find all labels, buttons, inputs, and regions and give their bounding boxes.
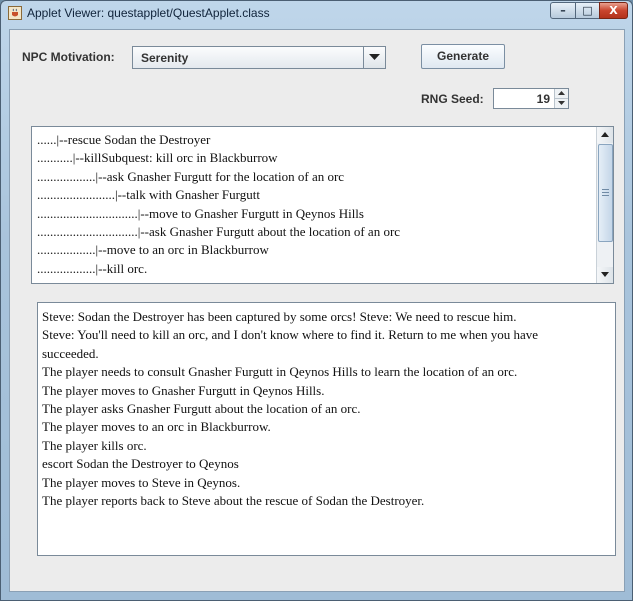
scroll-thumb[interactable] <box>598 144 613 242</box>
narrative-line: Steve: Sodan the Destroyer has been capt… <box>42 309 517 324</box>
npc-motivation-value: Serenity <box>141 51 189 65</box>
title-bar[interactable]: Applet Viewer: questapplet/QuestApplet.c… <box>1 1 632 25</box>
quest-tree-line: ..................|--move to an orc in B… <box>37 242 269 258</box>
quest-tree-line: ..................|--ask Gnasher Furgutt… <box>37 168 345 184</box>
scroll-down-button[interactable] <box>597 267 613 283</box>
minimize-button[interactable]: – <box>550 2 576 19</box>
quest-narrative-textarea[interactable]: Steve: Sodan the Destroyer has been capt… <box>37 302 616 556</box>
quest-tree-scrollbar[interactable] <box>596 127 613 283</box>
narrative-line: The player kills orc. <box>42 437 147 453</box>
close-button[interactable]: X <box>599 2 628 19</box>
quest-tree-list: ......|--rescue Sodan the Destroyer ....… <box>37 131 597 278</box>
quest-narrative-text: Steve: Sodan the Destroyer has been capt… <box>42 308 612 510</box>
narrative-line: The player moves to Gnasher Furgutt in Q… <box>42 382 325 398</box>
triangle-up-icon <box>601 132 609 137</box>
triangle-down-icon <box>558 101 565 105</box>
maximize-icon: □ <box>582 4 593 17</box>
npc-motivation-label: NPC Motivation: <box>22 50 115 64</box>
scroll-grip-line <box>602 195 609 196</box>
rng-seed-label: RNG Seed: <box>421 92 484 106</box>
java-applet-icon <box>8 6 22 20</box>
quest-tree-line: ........................|--talk with Gna… <box>37 187 260 203</box>
rng-seed-value[interactable]: 19 <box>537 92 550 106</box>
combo-dropdown-button[interactable] <box>363 47 385 68</box>
triangle-down-icon <box>369 54 380 60</box>
scroll-grip-line <box>602 189 609 190</box>
applet-panel: NPC Motivation: Serenity Generate RNG Se… <box>9 29 625 592</box>
generate-button[interactable]: Generate <box>421 44 505 69</box>
scroll-grip-line <box>602 192 609 193</box>
triangle-up-icon <box>558 91 565 95</box>
spinner-down-button[interactable] <box>555 99 568 108</box>
quest-tree-line: ...............................|--ask Gn… <box>37 224 401 240</box>
minimize-icon: – <box>560 4 566 17</box>
window-title: Applet Viewer: questapplet/QuestApplet.c… <box>27 6 270 20</box>
narrative-line: The player needs to consult Gnasher Furg… <box>42 364 518 380</box>
narrative-line: The player moves to Steve in Qeynos. <box>42 474 241 490</box>
spinner-buttons <box>554 89 568 108</box>
narrative-line: The player reports back to Steve about t… <box>42 493 425 509</box>
narrative-line: succeeded. <box>42 345 99 361</box>
quest-tree-line: ...............................|--move t… <box>37 205 364 221</box>
triangle-down-icon <box>601 272 609 277</box>
spinner-up-button[interactable] <box>555 89 568 99</box>
rng-seed-spinner[interactable]: 19 <box>493 88 569 109</box>
quest-tree-line: ..................|--kill orc. <box>37 260 148 276</box>
narrative-line: Steve: You'll need to kill an orc, and I… <box>42 327 539 343</box>
npc-motivation-combobox[interactable]: Serenity <box>132 46 386 69</box>
scroll-up-button[interactable] <box>597 127 613 143</box>
quest-tree-line: ...........|--killSubquest: kill orc in … <box>37 150 278 166</box>
applet-viewer-window: Applet Viewer: questapplet/QuestApplet.c… <box>0 0 633 601</box>
narrative-line: escort Sodan the Destroyer to Qeynos <box>42 456 239 472</box>
quest-tree-line: ......|--rescue Sodan the Destroyer <box>37 132 211 147</box>
narrative-line: The player asks Gnasher Furgutt about th… <box>42 401 361 417</box>
quest-tree-panel[interactable]: ......|--rescue Sodan the Destroyer ....… <box>31 126 614 284</box>
maximize-button[interactable]: □ <box>575 2 600 19</box>
narrative-line: The player moves to an orc in Blackburro… <box>42 419 271 435</box>
close-icon: X <box>609 4 618 17</box>
